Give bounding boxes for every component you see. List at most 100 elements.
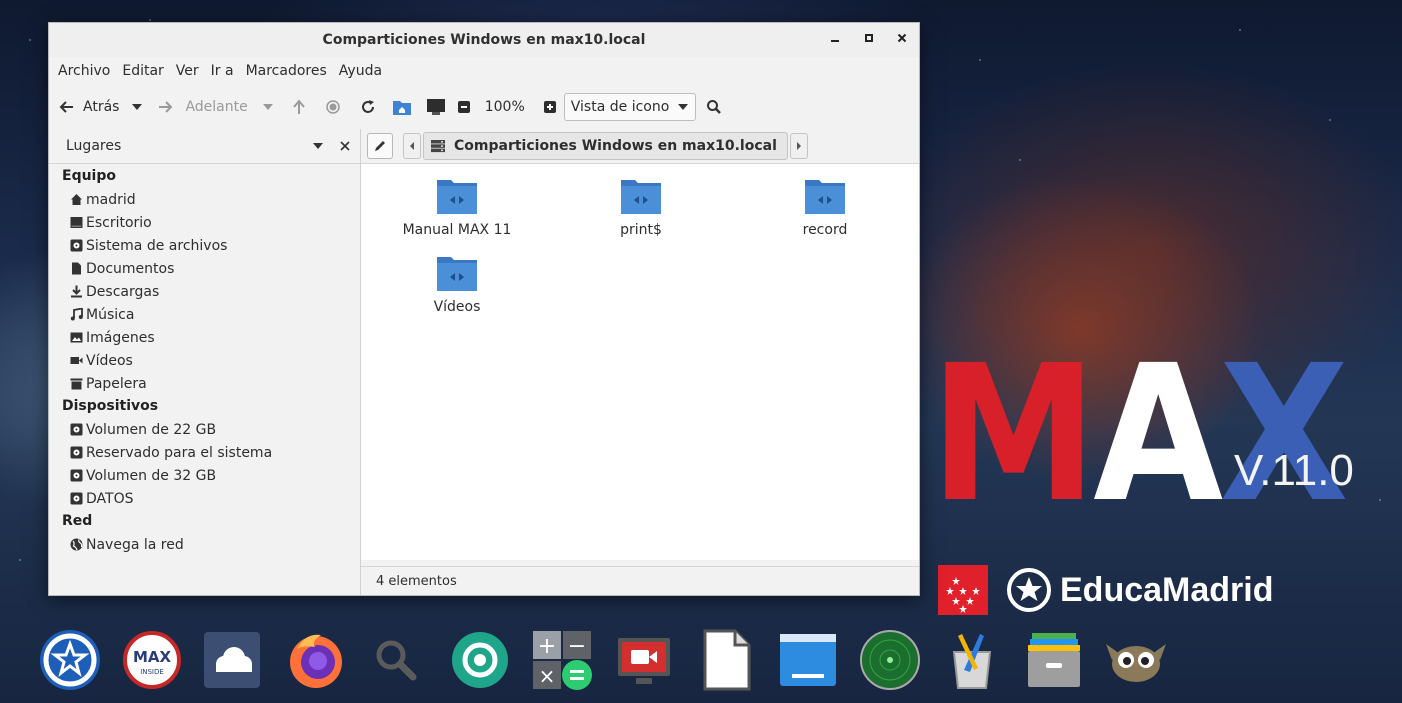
menu-editar[interactable]: Editar bbox=[116, 63, 169, 79]
path-scroll-left-button[interactable] bbox=[403, 133, 421, 159]
sidebar-item-reservado[interactable]: Reservado para el sistema bbox=[49, 441, 360, 464]
madrid-flag-icon bbox=[938, 565, 988, 615]
home-folder-icon bbox=[392, 101, 411, 115]
file-item[interactable]: print$ bbox=[571, 176, 711, 238]
menu-ver[interactable]: Ver bbox=[170, 63, 205, 79]
firefox-icon[interactable] bbox=[284, 628, 348, 692]
toolbar: Atrás Adelante 100% Vista de icono bbox=[49, 85, 919, 130]
view-mode-value: Vista de icono bbox=[570, 99, 670, 115]
file-item[interactable]: record bbox=[755, 176, 895, 238]
sidebar-item-musica[interactable]: Música bbox=[49, 303, 360, 326]
zoom-in-button[interactable] bbox=[543, 92, 556, 122]
network-share-folder-icon bbox=[805, 180, 845, 214]
sidebar-item-volumen-22[interactable]: Volumen de 22 GB bbox=[49, 418, 360, 441]
sidebar-item-label: Papelera bbox=[86, 375, 147, 392]
file-name: print$ bbox=[620, 222, 662, 238]
minimize-button[interactable] bbox=[827, 32, 843, 48]
arrow-left-icon bbox=[59, 101, 73, 113]
sidebar-item-label: Reservado para el sistema bbox=[86, 444, 273, 461]
status-bar: 4 elementos bbox=[361, 566, 919, 595]
document-viewer-icon[interactable] bbox=[694, 628, 758, 692]
arrow-up-icon bbox=[292, 99, 305, 114]
trash-icon bbox=[70, 377, 83, 390]
menu-ayuda[interactable]: Ayuda bbox=[333, 63, 388, 79]
menu-marcadores[interactable]: Marcadores bbox=[240, 63, 333, 79]
sidebar-item-descargas[interactable]: Descargas bbox=[49, 280, 360, 303]
document-icon bbox=[70, 262, 83, 275]
video-icon bbox=[70, 354, 83, 367]
arrow-right-icon bbox=[159, 101, 173, 113]
forward-history-dropdown[interactable] bbox=[262, 92, 274, 122]
gimp-icon[interactable] bbox=[1104, 628, 1168, 692]
sidebar: Lugares Equipo madrid Escritorio Sistema… bbox=[49, 129, 361, 595]
sidebar-section-equipo: Equipo bbox=[62, 168, 116, 184]
globe-icon bbox=[70, 538, 83, 551]
zoom-out-button[interactable] bbox=[457, 92, 470, 122]
menubar: Archivo Editar Ver Ir a Marcadores Ayuda bbox=[49, 57, 919, 85]
window-title: Comparticiones Windows en max10.local bbox=[322, 32, 646, 48]
titlebar[interactable]: Comparticiones Windows en max10.local bbox=[49, 23, 919, 57]
file-manager-icon[interactable] bbox=[776, 628, 840, 692]
computer-button[interactable] bbox=[426, 92, 446, 122]
drive-icon bbox=[70, 469, 83, 482]
path-bar: Comparticiones Windows en max10.local bbox=[361, 129, 919, 164]
home-icon bbox=[70, 193, 83, 206]
drive-icon bbox=[70, 492, 83, 505]
max-inside-icon[interactable]: MAX INSIDE bbox=[120, 628, 184, 692]
sidebar-item-volumen-32[interactable]: Volumen de 32 GB bbox=[49, 464, 360, 487]
sidebar-item-label: Música bbox=[86, 306, 135, 323]
back-history-dropdown[interactable] bbox=[131, 92, 143, 122]
sidebar-mode-dropdown-icon[interactable] bbox=[312, 142, 324, 150]
zoom-level: 100% bbox=[484, 99, 525, 115]
sidebar-item-sistema-de-archivos[interactable]: Sistema de archivos bbox=[49, 234, 360, 257]
radar-icon[interactable] bbox=[858, 628, 922, 692]
home-button[interactable] bbox=[392, 92, 412, 122]
max-menu-icon[interactable] bbox=[38, 628, 102, 692]
menu-ir-a[interactable]: Ir a bbox=[205, 63, 240, 79]
reload-button[interactable] bbox=[360, 92, 376, 122]
sidebar-item-papelera[interactable]: Papelera bbox=[49, 372, 360, 395]
maximize-button[interactable] bbox=[861, 32, 877, 48]
sidebar-item-label: Escritorio bbox=[86, 214, 152, 231]
view-mode-select[interactable]: Vista de icono bbox=[563, 93, 696, 121]
calculator-icon[interactable]: + − × bbox=[530, 628, 594, 692]
back-button[interactable]: Atrás bbox=[59, 92, 127, 122]
file-view[interactable]: Manual MAX 11 print$ record Vídeos bbox=[361, 164, 919, 560]
up-button[interactable] bbox=[292, 92, 306, 122]
path-segment-current[interactable]: Comparticiones Windows en max10.local bbox=[423, 132, 788, 160]
archive-icon[interactable] bbox=[1022, 628, 1086, 692]
sidebar-item-imagenes[interactable]: Imágenes bbox=[49, 326, 360, 349]
search-button[interactable] bbox=[706, 92, 722, 122]
close-sidebar-icon[interactable] bbox=[340, 141, 350, 151]
nextcloud-icon[interactable] bbox=[200, 628, 264, 692]
file-name: Vídeos bbox=[433, 299, 481, 315]
file-item[interactable]: Manual MAX 11 bbox=[387, 176, 527, 238]
sidebar-item-label: Vídeos bbox=[86, 352, 133, 369]
file-name: record bbox=[802, 222, 848, 238]
sidebar-item-videos[interactable]: Vídeos bbox=[49, 349, 360, 372]
camera-app-icon[interactable] bbox=[448, 628, 512, 692]
sidebar-section-red: Red bbox=[62, 513, 93, 529]
sidebar-item-datos[interactable]: DATOS bbox=[49, 487, 360, 510]
chevron-left-icon bbox=[410, 142, 414, 150]
search-icon bbox=[706, 100, 721, 114]
search-icon[interactable] bbox=[364, 628, 428, 692]
drawing-icon[interactable] bbox=[940, 628, 1004, 692]
forward-button[interactable]: Adelante bbox=[157, 92, 255, 122]
path-scroll-right-button[interactable] bbox=[789, 133, 808, 159]
screen-recorder-icon[interactable] bbox=[612, 628, 676, 692]
menu-archivo[interactable]: Archivo bbox=[52, 63, 116, 79]
close-button[interactable] bbox=[894, 32, 910, 48]
sidebar-item-label: madrid bbox=[86, 191, 136, 208]
file-item[interactable]: Vídeos bbox=[387, 253, 527, 315]
sidebar-item-escritorio[interactable]: Escritorio bbox=[49, 211, 360, 234]
edit-location-button[interactable] bbox=[367, 133, 393, 159]
sidebar-item-madrid[interactable]: madrid bbox=[49, 188, 360, 211]
sidebar-item-navega-la-red[interactable]: Navega la red bbox=[49, 533, 360, 556]
stop-button[interactable] bbox=[325, 92, 340, 122]
sidebar-item-documentos[interactable]: Documentos bbox=[49, 257, 360, 280]
drive-icon bbox=[70, 239, 83, 252]
sidebar-header: Lugares bbox=[49, 129, 360, 164]
drive-icon bbox=[70, 423, 83, 436]
sidebar-item-label: Imágenes bbox=[86, 329, 155, 346]
